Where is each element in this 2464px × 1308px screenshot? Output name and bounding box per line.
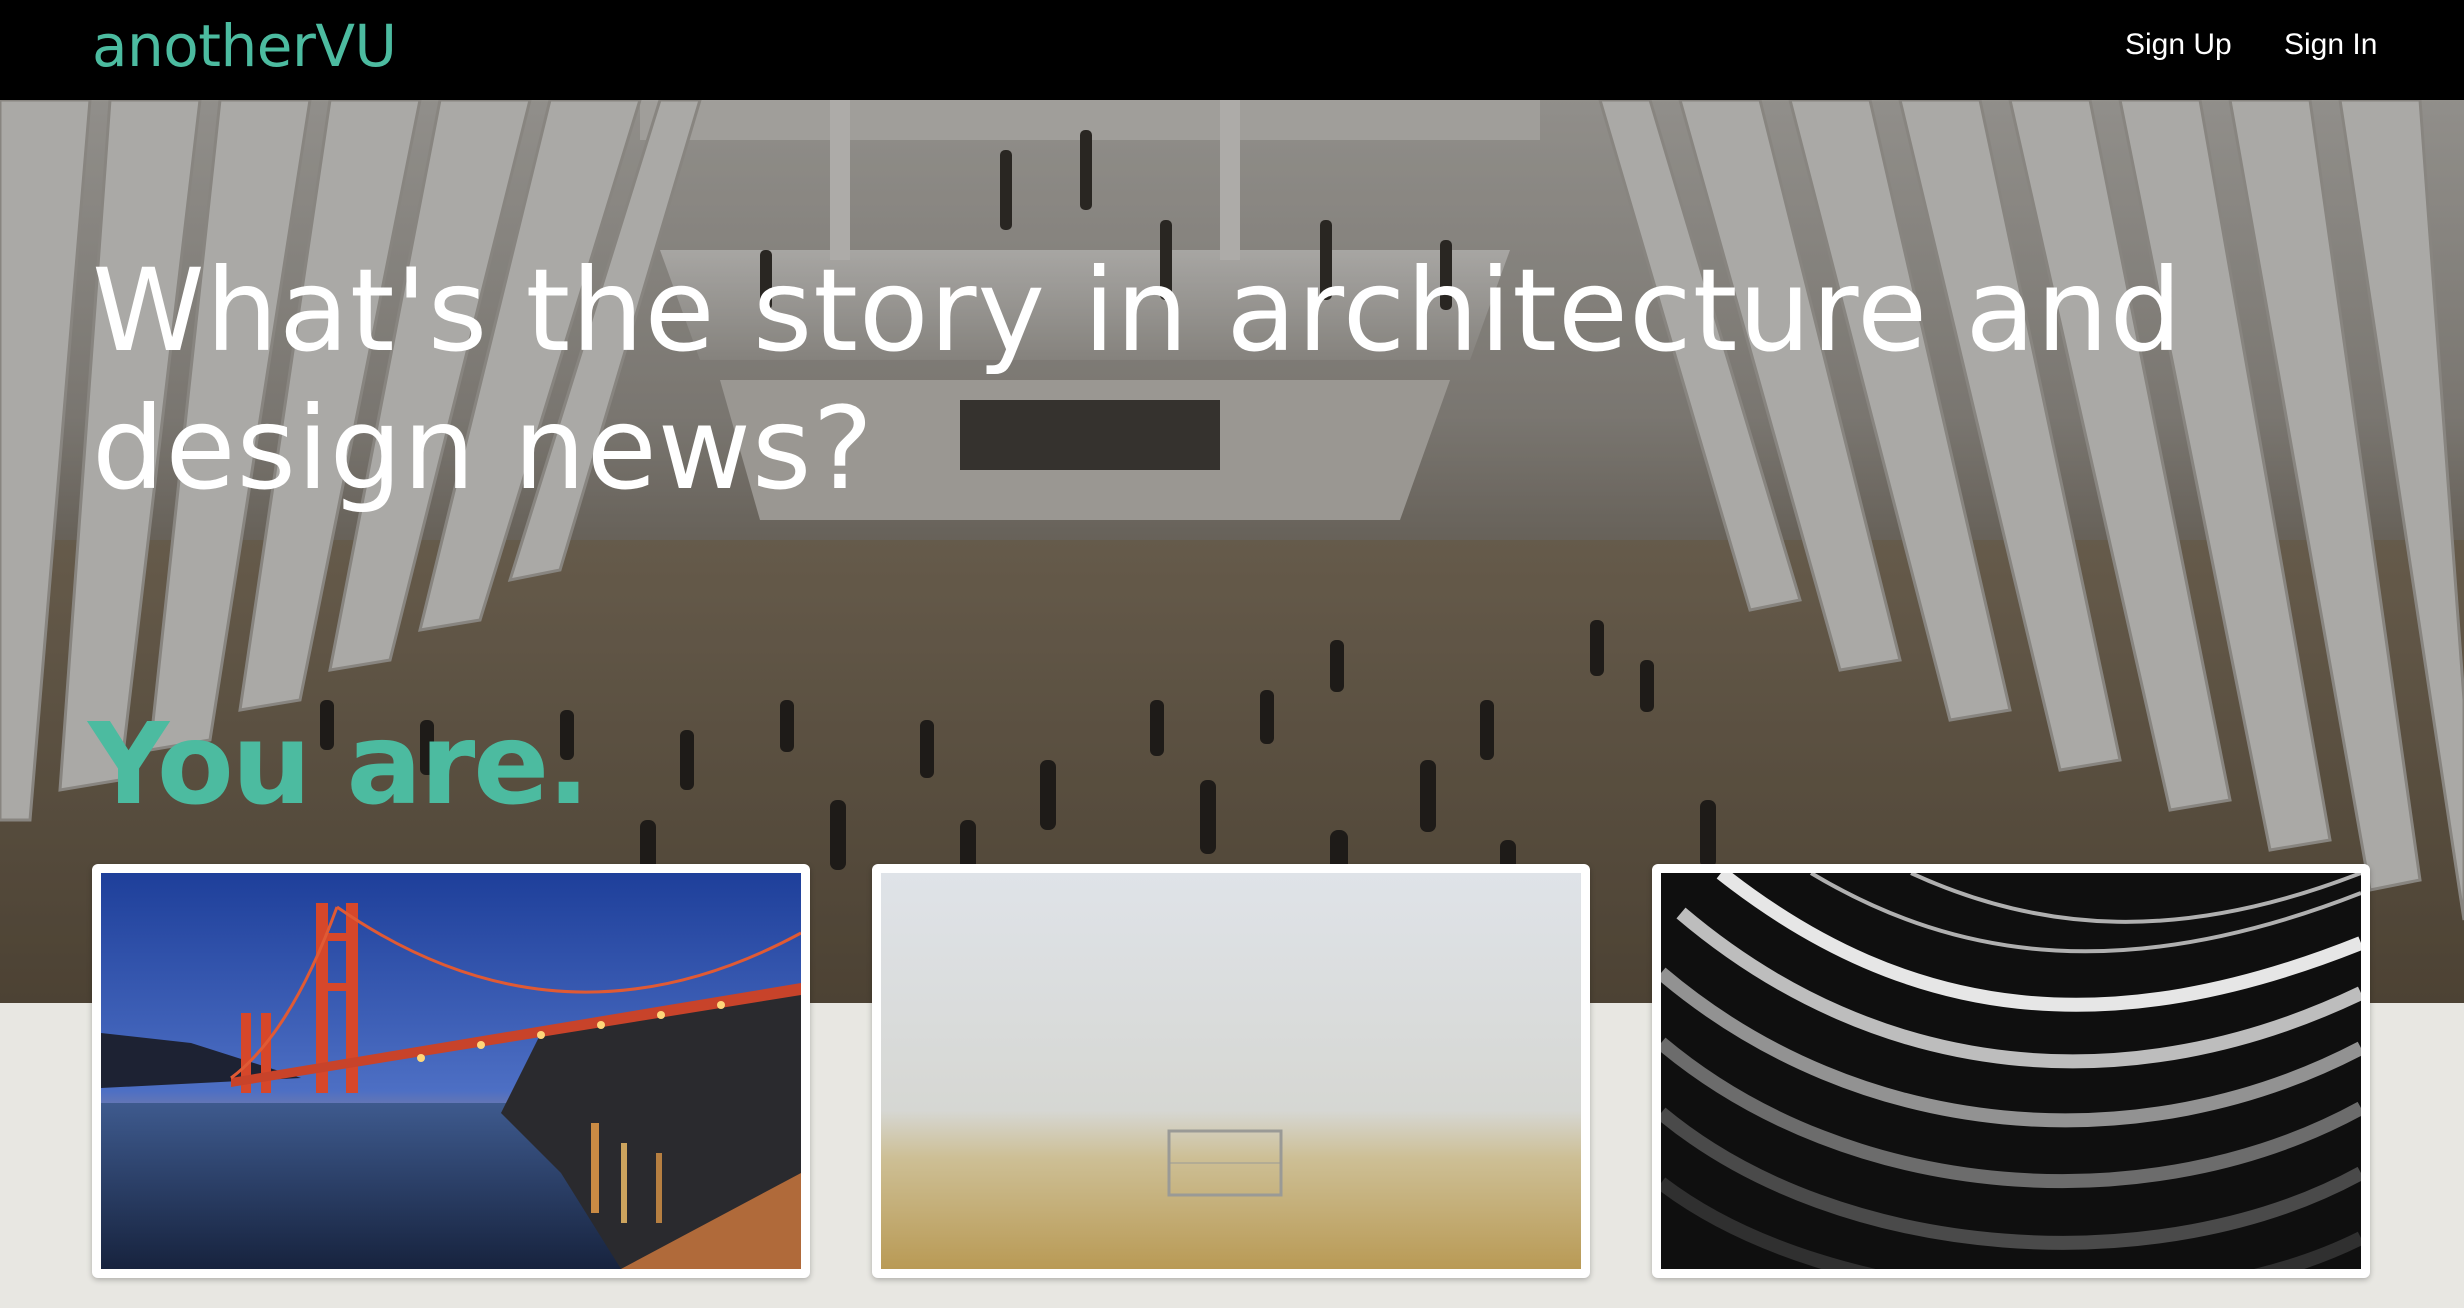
story-card-facade[interactable] [1652, 864, 2370, 1278]
hero-tagline: You are. [88, 700, 590, 830]
top-nav: anotherVU Sign Up Sign In [0, 0, 2464, 100]
hero-headline: What's the story in architecture and des… [92, 244, 2183, 515]
site-logo[interactable]: anotherVU [92, 10, 397, 82]
story-card-field[interactable] [872, 864, 1590, 1278]
sign-in-link[interactable]: Sign In [2284, 25, 2377, 65]
curved-facade-image [1661, 873, 2361, 1269]
sign-up-link[interactable]: Sign Up [2125, 25, 2232, 65]
story-card-bridge[interactable] [92, 864, 810, 1278]
foggy-field-image [881, 873, 1581, 1269]
golden-gate-bridge-image [101, 873, 801, 1269]
